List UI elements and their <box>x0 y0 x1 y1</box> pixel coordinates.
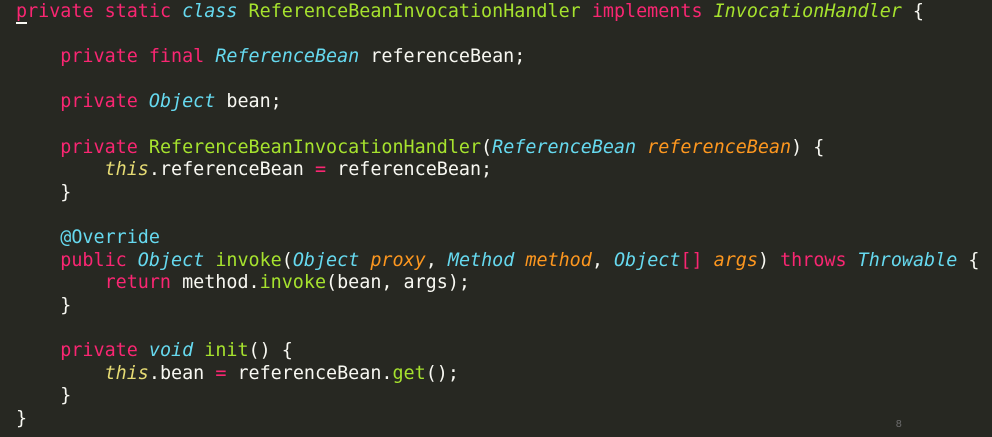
code-token: private <box>16 339 149 361</box>
code-token: init <box>204 339 249 361</box>
code-token: public <box>16 249 138 271</box>
code-token: args <box>713 249 758 271</box>
code-token: Object <box>137 249 205 271</box>
code-token: ( <box>481 136 493 158</box>
code-token: method <box>525 249 592 271</box>
code-line: } <box>16 182 992 205</box>
code-editor[interactable]: private static class ReferenceBeanInvoca… <box>16 1 992 430</box>
code-token: implements <box>591 1 703 22</box>
code-token: bean; <box>215 91 282 113</box>
code-token: throws <box>780 249 847 271</box>
code-line: private static class ReferenceBeanInvoca… <box>16 1 992 24</box>
code-token: @Override <box>16 226 160 248</box>
code-line: this.bean = referenceBean.get(); <box>16 363 992 386</box>
code-token: ) <box>757 249 781 271</box>
code-token: p <box>16 1 28 24</box>
code-token: invoke <box>259 272 327 294</box>
code-line: private Object bean; <box>16 91 992 114</box>
code-token: referenceBean <box>647 136 792 158</box>
page-number: 8 <box>895 419 902 430</box>
code-token: Object <box>148 91 216 113</box>
code-token: = <box>215 362 227 384</box>
code-token: } <box>16 294 72 316</box>
code-line: @Override <box>16 227 992 250</box>
code-token: Object <box>292 249 360 271</box>
code-line: private final ReferenceBean referenceBea… <box>16 46 992 69</box>
code-token: referenceBean; <box>359 46 526 68</box>
code-token: , <box>591 249 614 271</box>
code-token: this <box>104 362 149 384</box>
code-token: rivate static <box>27 1 183 22</box>
code-token: Throwable <box>857 249 958 271</box>
code-line: } <box>16 408 992 431</box>
code-token: { <box>957 249 980 271</box>
code-token: , <box>425 249 448 271</box>
code-token: referenceBean. <box>226 362 393 384</box>
code-line: } <box>16 385 992 408</box>
code-token: (); <box>425 362 459 384</box>
code-token: = <box>314 159 327 181</box>
code-token: { <box>901 1 924 22</box>
code-token: private final <box>16 46 216 68</box>
code-token: .bean <box>148 362 216 384</box>
code-token: } <box>16 385 72 407</box>
code-token: .referenceBean <box>148 159 315 181</box>
code-line: private void init() { <box>16 340 992 363</box>
code-token: ( <box>281 249 293 271</box>
code-token: class <box>182 1 238 22</box>
code-token: ReferenceBean <box>215 46 360 68</box>
code-token: method. <box>171 272 260 294</box>
code-line: private ReferenceBeanInvocationHandler(R… <box>16 137 992 160</box>
code-token: [] <box>680 249 703 271</box>
code-token: InvocationHandler <box>713 1 902 22</box>
code-token: private <box>16 136 149 158</box>
code-token: } <box>16 181 72 203</box>
code-token: ReferenceBeanInvocationHandler <box>148 136 482 158</box>
code-token: (bean, args); <box>326 272 470 294</box>
code-token: ) { <box>791 136 825 158</box>
code-token: Object <box>613 249 681 271</box>
code-token: ReferenceBeanInvocationHandler <box>248 1 581 22</box>
code-token: this <box>104 159 149 181</box>
code-token: proxy <box>370 249 426 271</box>
code-token: private <box>16 91 149 113</box>
code-line: return method.invoke(bean, args); <box>16 272 992 295</box>
code-token: } <box>16 407 28 429</box>
code-token: invoke <box>215 249 282 271</box>
code-line: this.referenceBean = referenceBean; <box>16 159 992 182</box>
code-token: void <box>148 339 194 361</box>
code-line: } <box>16 295 992 318</box>
code-token: () { <box>248 339 293 361</box>
code-line: public Object invoke(Object proxy, Metho… <box>16 250 992 273</box>
code-token: ReferenceBean <box>492 136 637 158</box>
code-token: return <box>16 272 172 294</box>
code-token: referenceBean; <box>326 159 493 181</box>
code-token: get <box>392 362 426 384</box>
code-token: Method <box>447 249 515 271</box>
